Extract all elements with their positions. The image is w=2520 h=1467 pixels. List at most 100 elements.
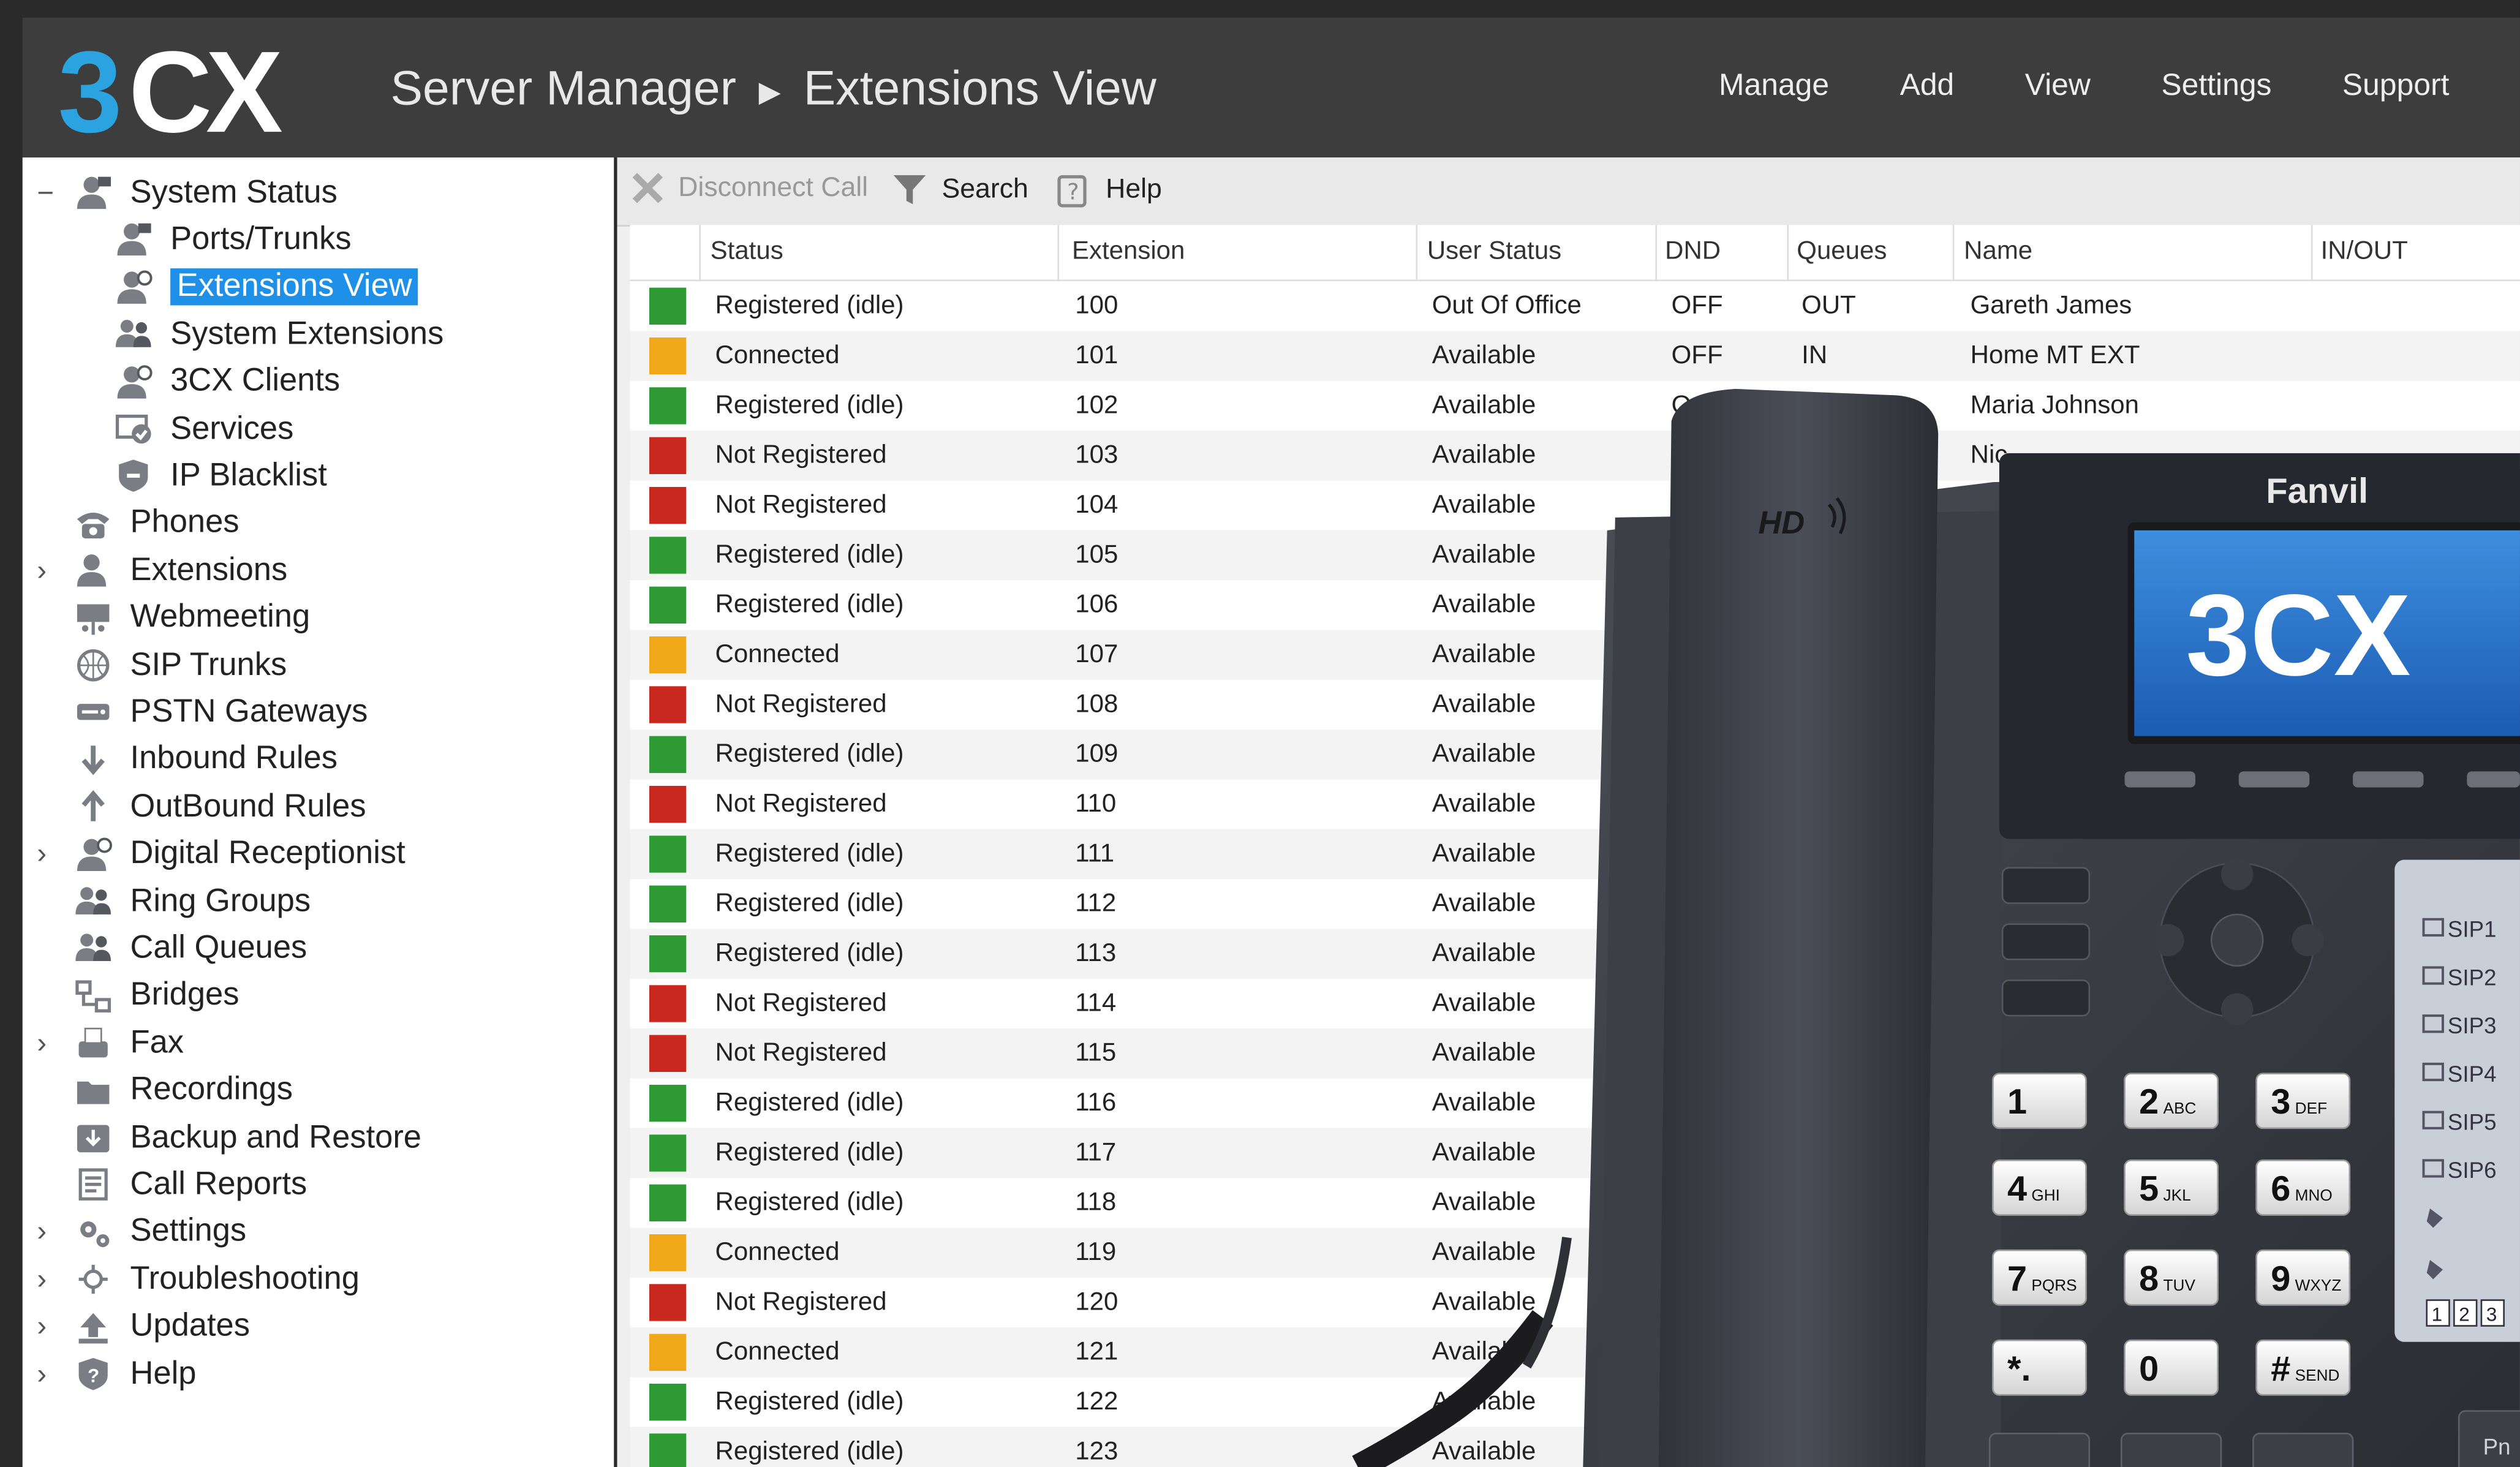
column-header-in-out[interactable]: IN/OUT [2321,238,2408,266]
key-digit: 6 [2271,1169,2290,1209]
app-window: 3 CX Server Manager ▶ Extensions View Mana… [0,0,2520,1467]
sidebar-item-call-reports[interactable]: Call Reports [72,1163,307,1207]
key-digit: *. [2007,1349,2031,1389]
column-divider[interactable] [699,225,701,280]
keypad-key-4: 4 GHI [1992,1159,2087,1216]
sip-line-label: SIP6 [2448,1158,2497,1183]
cell-status: Not Registered [715,442,887,470]
sidebar-item-help[interactable]: ›? Help [37,1352,196,1397]
report-icon [72,1166,114,1204]
sidebar-item-fax[interactable]: › Fax [37,1021,184,1066]
sip-line-label: SIP2 [2448,965,2497,990]
column-divider[interactable] [1787,225,1789,280]
collapse-icon[interactable]: − [37,176,56,209]
search-button[interactable]: Search [891,170,1028,209]
sidebar-item-outbound-rules[interactable]: OutBound Rules [72,785,366,829]
breadcrumb-app-title[interactable]: Server Manager [391,62,736,116]
sidebar-item-pstn-gateways[interactable]: PSTN Gateways [72,690,368,735]
expand-arrow-icon[interactable]: › [37,1262,56,1296]
nav-menu-settings[interactable]: Settings [2161,69,2271,105]
fax-icon [72,1024,114,1063]
cell-status: Registered (idle) [715,1139,904,1167]
column-header-queues[interactable]: Queues [1797,238,1887,266]
sidebar-item-sip-trunks[interactable]: SIP Trunks [72,643,287,687]
nav-menu-manage[interactable]: Manage [1719,69,1829,105]
sidebar-item-ip-blacklist[interactable]: IP Blacklist [113,454,327,499]
column-header-user-status[interactable]: User Status [1427,238,1561,266]
sidebar-item-system-extensions[interactable]: System Extensions [113,312,443,356]
column-header-extension[interactable]: Extension [1072,238,1185,266]
nav-menu-view[interactable]: View [2025,69,2091,105]
column-divider[interactable] [1057,225,1060,280]
cell-ext: 107 [1075,641,1119,669]
handset-hd-label: HD [1758,505,1805,541]
column-header-status[interactable]: Status [711,238,783,266]
3cx-logo: 3 CX [58,29,347,157]
status-indicator [649,985,687,1022]
expand-arrow-icon[interactable]: › [37,1310,56,1344]
sidebar-item-ring-groups[interactable]: Ring Groups [72,879,311,924]
nav-menu-add[interactable]: Add [1900,69,1955,105]
sidebar-item-call-queues[interactable]: Call Queues [72,926,307,971]
column-divider[interactable] [1952,225,1955,280]
toolbar: Disconnect Call Search ? Help [617,157,2520,227]
globe-icon [72,646,114,685]
column-divider[interactable] [1416,225,1418,280]
group-icon [72,882,114,921]
keypad-key-9: 9 WXYZ [2255,1249,2351,1306]
keypad-key-6: 6 MNO [2255,1159,2351,1216]
table-row[interactable]: Connected 101 Available OFF IN Home MT EXT [630,331,2520,381]
sidebar-item-recordings[interactable]: Recordings [72,1068,293,1113]
sidebar-item-phones[interactable]: Phones [72,501,240,546]
cell-ext: 105 [1075,541,1119,569]
sidebar-item-label: Ring Groups [130,883,311,919]
column-header-dnd[interactable]: DND [1665,238,1721,266]
sidebar-item-webmeeting[interactable]: Webmeeting [72,595,310,640]
sip-line-label: SIP1 [2448,917,2497,942]
cell-dnd: OFF [1671,342,1723,370]
cell-ext: 119 [1075,1239,1117,1267]
cell-status: Registered (idle) [715,940,904,968]
table-row[interactable]: Registered (idle) 100 Out Of Office OFF OUT G… [630,281,2520,331]
sidebar-item-3cx-clients[interactable]: 3CX Clients [113,360,340,404]
disconnect-call-button[interactable]: Disconnect Call [630,170,868,206]
key-letters: WXYZ [2295,1276,2342,1294]
column-header-name[interactable]: Name [1964,238,2032,266]
column-divider[interactable] [1655,225,1658,280]
cell-status: Registered (idle) [715,392,904,420]
phone-screen-logo: 3CX [2186,571,2410,700]
expand-arrow-icon[interactable]: › [37,1027,56,1060]
cell-ext: 112 [1075,890,1117,918]
sidebar-item-settings[interactable]: › Settings [37,1210,247,1254]
sidebar-item-extensions[interactable]: › Extensions [37,548,287,593]
gateway-icon [72,693,114,732]
key-digit: 7 [2007,1259,2027,1299]
sidebar-item-system-status[interactable]: − System Status [37,170,338,215]
sidebar-item-backup-and-restore[interactable]: Backup and Restore [72,1115,421,1160]
sidebar-item-label: Settings [130,1213,247,1250]
cell-status: Connected [715,641,840,669]
sidebar-item-services[interactable]: Services [113,407,293,451]
expand-arrow-icon[interactable]: › [37,1357,56,1391]
top-navigation: Manage Add View Settings Support [1719,69,2520,105]
help-button[interactable]: ? Help [1054,170,1162,209]
sidebar-item-updates[interactable]: › Updates [37,1304,250,1349]
sidebar-item-bridges[interactable]: Bridges [72,973,239,1018]
svg-text:?: ? [88,1365,99,1386]
expand-arrow-icon[interactable]: › [37,1215,56,1249]
cell-name: Gareth James [1970,292,2132,320]
sidebar-item-ports-trunks[interactable]: Ports/Trunks [113,217,352,262]
sidebar-item-label: SIP Trunks [130,647,287,682]
nav-menu-support[interactable]: Support [2342,69,2450,105]
top-bar: 3 CX Server Manager ▶ Extensions View Mana… [22,17,2520,157]
cell-status: Connected [715,342,840,370]
sidebar-item-inbound-rules[interactable]: Inbound Rules [72,737,338,782]
column-divider[interactable] [2311,225,2313,280]
sidebar-item-troubleshooting[interactable]: › Troubleshooting [37,1257,360,1302]
fanvil-phone-image: HD Fanvil 3CX 1 2 ABC 3 DEF4 GHI 5 JKL 6… [1352,388,2520,1467]
sidebar-item-extensions-view[interactable]: Extensions View [113,265,419,309]
sidebar-item-digital-receptionist[interactable]: › Digital Receptionist [37,832,405,877]
expand-arrow-icon[interactable]: › [37,554,56,587]
expand-arrow-icon[interactable]: › [37,837,56,871]
key-digit: 1 [2007,1082,2027,1122]
